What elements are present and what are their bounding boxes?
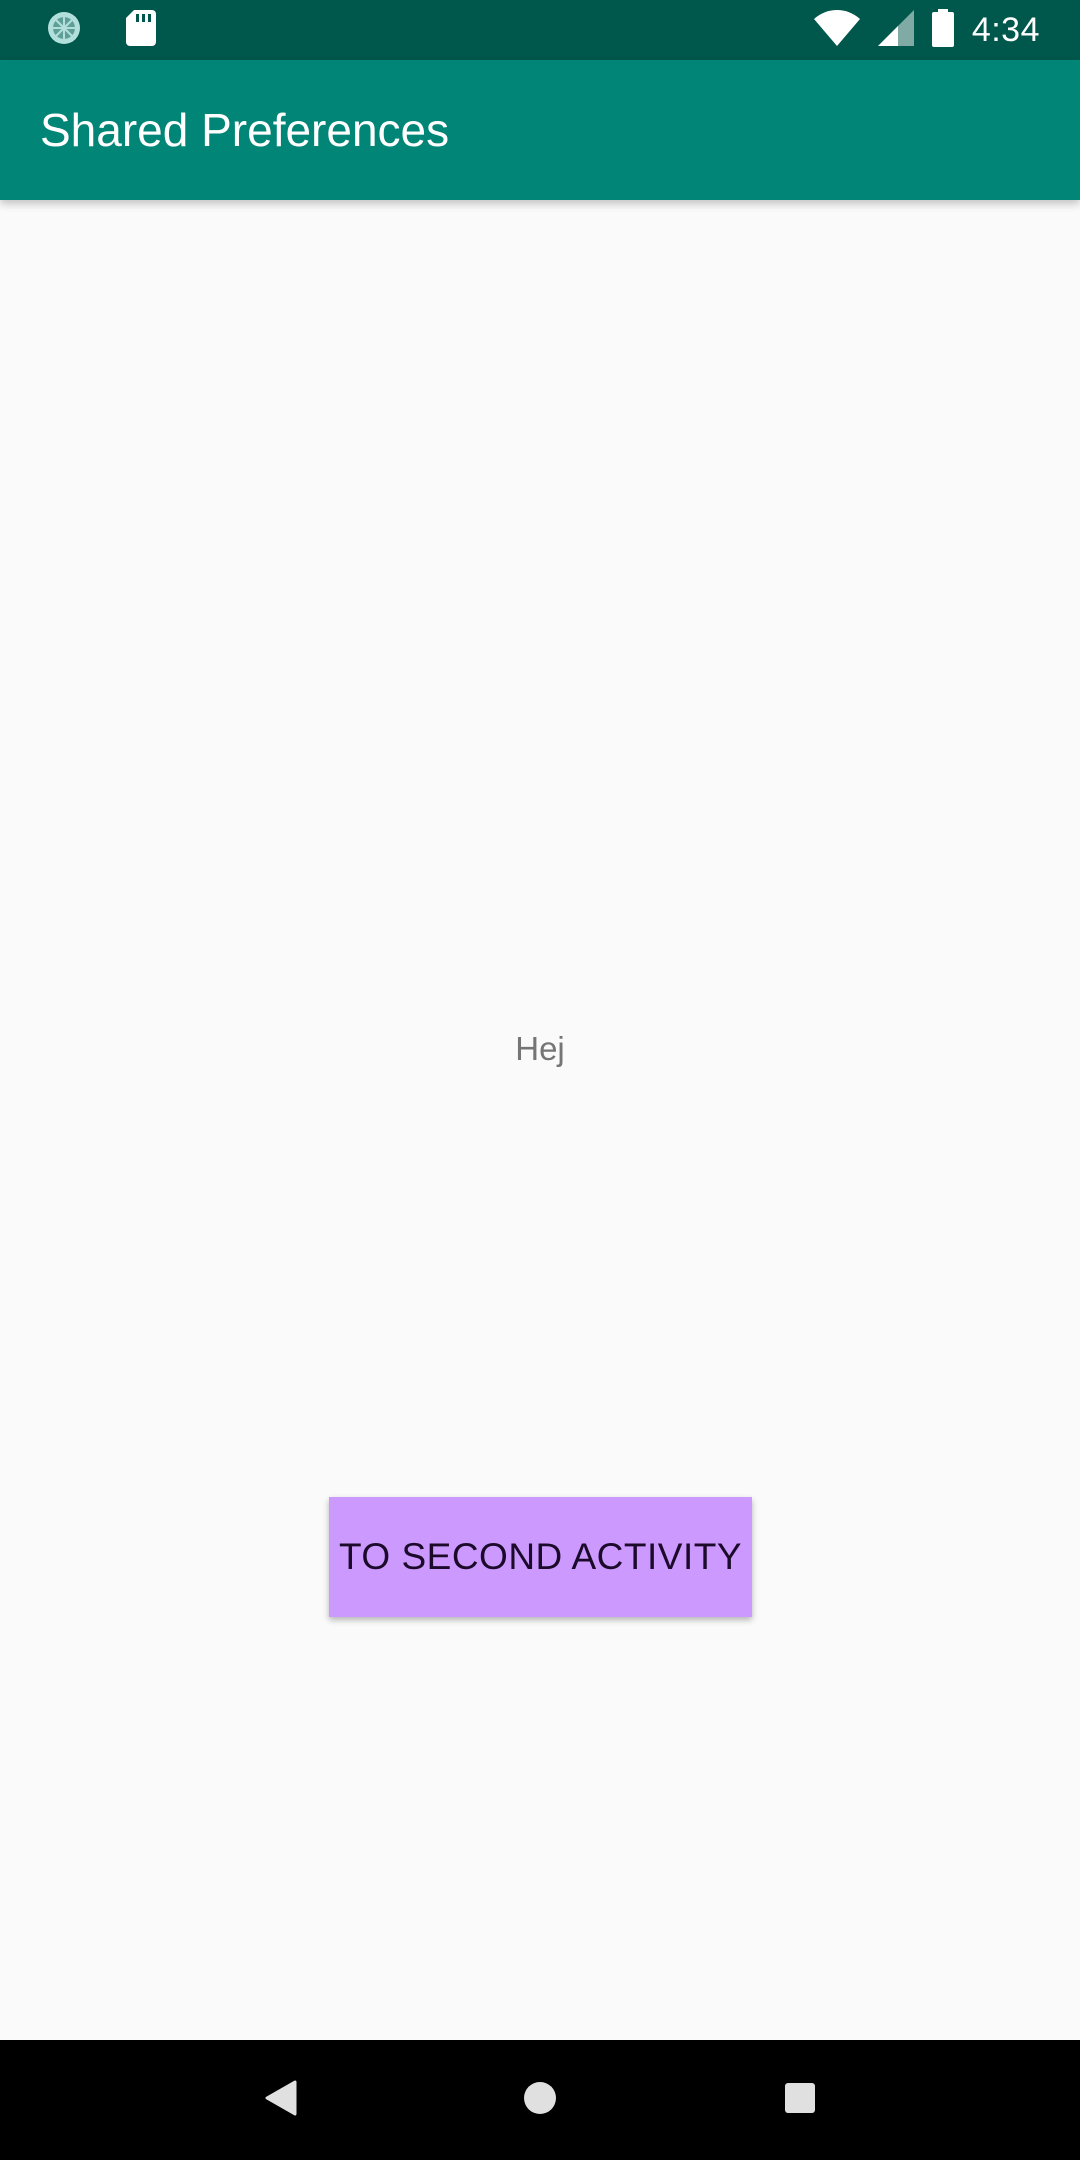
status-time: 4:34 — [971, 10, 1040, 49]
app-bar: Shared Preferences — [0, 60, 1080, 200]
status-right: 4:34 — [813, 8, 1040, 52]
sd-card-icon — [126, 9, 156, 51]
sync-indicator-icon — [46, 10, 82, 51]
status-bar: 4:34 — [0, 0, 1080, 60]
recents-icon — [784, 2082, 816, 2119]
back-button[interactable] — [235, 2055, 325, 2145]
main-content: Hej TO SECOND ACTIVITY — [0, 200, 1080, 2040]
app-title: Shared Preferences — [40, 104, 450, 156]
battery-icon — [931, 8, 954, 52]
wifi-icon — [813, 9, 860, 51]
back-icon — [263, 2080, 297, 2121]
screen: 4:34 Shared Preferences Hej TO SECOND AC… — [0, 0, 1080, 2160]
to-second-activity-button[interactable]: TO SECOND ACTIVITY — [329, 1497, 752, 1617]
home-button[interactable] — [495, 2055, 585, 2145]
recents-button[interactable] — [755, 2055, 845, 2145]
greeting-text: Hej — [515, 1030, 565, 1067]
home-icon — [522, 2080, 558, 2121]
status-left — [46, 9, 156, 51]
navigation-bar — [0, 2040, 1080, 2160]
cellular-signal-icon — [877, 9, 914, 51]
